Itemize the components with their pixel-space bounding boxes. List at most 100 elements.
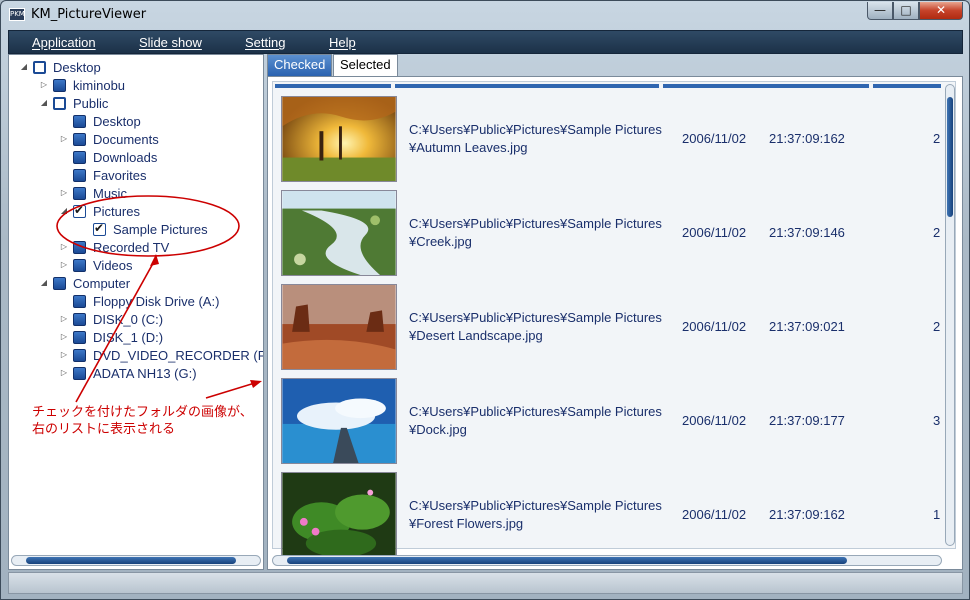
image-list-pane: C:¥Users¥Public¥Pictures¥Sample Pictures…	[267, 76, 963, 570]
tab-checked[interactable]: Checked	[267, 54, 333, 76]
list-vertical-scrollbar[interactable]	[945, 84, 955, 546]
scroll-thumb[interactable]	[287, 557, 847, 564]
checked-checkbox-icon[interactable]	[93, 221, 106, 236]
tree-item-label: Recorded TV	[93, 240, 170, 255]
expand-arrow-icon[interactable]: ▷	[59, 188, 69, 197]
tree-item-label: Desktop	[93, 114, 141, 129]
list-item[interactable]: C:¥Users¥Public¥Pictures¥Sample Pictures…	[273, 460, 943, 558]
expand-arrow-icon[interactable]: ◢	[39, 98, 49, 107]
expand-arrow-icon[interactable]: ▷	[59, 134, 69, 143]
checked-checkbox-icon[interactable]	[73, 203, 86, 218]
folder-checkbox-icon[interactable]	[73, 295, 86, 308]
app-icon: PKM	[9, 8, 25, 21]
annotation-line: 右のリストに表示される	[32, 422, 176, 437]
maximize-button[interactable]: □	[893, 2, 919, 20]
list-item[interactable]: C:¥Users¥Public¥Pictures¥Sample Pictures…	[273, 84, 943, 182]
folder-tree: ◢ Desktop ▷ kiminobu ◢ Public Desktop ▷ Document…	[8, 54, 264, 570]
minimize-button[interactable]: —	[867, 2, 893, 20]
menu-help[interactable]: Help	[329, 35, 356, 50]
expand-arrow-icon[interactable]: ◢	[39, 278, 49, 287]
expand-arrow-icon[interactable]: ◢	[19, 62, 29, 71]
path-line: ¥Autumn Leaves.jpg	[409, 140, 528, 155]
file-time: 21:37:09:021	[769, 319, 845, 334]
list-item[interactable]: C:¥Users¥Public¥Pictures¥Sample Pictures…	[273, 366, 943, 464]
menu-application[interactable]: Application	[32, 35, 96, 50]
tree-item-label: DISK_1 (D:)	[93, 330, 164, 345]
folder-checkbox-icon[interactable]	[73, 241, 86, 254]
folder-checkbox-icon[interactable]	[73, 313, 86, 326]
expand-arrow-icon[interactable]: ▷	[59, 242, 69, 251]
status-bar	[8, 572, 963, 594]
thumbnail-image[interactable]	[281, 284, 397, 370]
tree-item-label: DVD_VIDEO_RECORDER (F:	[93, 348, 264, 363]
folder-checkbox-icon[interactable]	[73, 115, 86, 128]
thumbnail-image[interactable]	[281, 472, 397, 558]
tree-horizontal-scrollbar[interactable]	[11, 555, 261, 566]
thumbnail-image[interactable]	[281, 96, 397, 182]
folder-checkbox-icon[interactable]	[73, 133, 86, 146]
folder-checkbox-icon[interactable]	[73, 331, 86, 344]
folder-checkbox-icon[interactable]	[73, 151, 86, 164]
tree-item-label: Computer	[73, 276, 131, 291]
file-date: 2006/11/02	[682, 507, 747, 522]
file-time: 21:37:09:162	[769, 507, 845, 522]
path-line: ¥Dock.jpg	[409, 422, 467, 437]
annotation-note: チェックを付けたフォルダの画像が、 右のリストに表示される	[32, 404, 253, 438]
folder-checkbox-icon[interactable]	[73, 169, 86, 182]
tree-item-label: ADATA NH13 (G:)	[93, 366, 197, 381]
path-line: C:¥Users¥Public¥Pictures¥Sample Pictures	[409, 310, 662, 325]
tab-selected[interactable]: Selected	[333, 54, 398, 76]
file-count: 1	[933, 507, 941, 522]
folder-checkbox-icon[interactable]	[53, 79, 66, 92]
folder-checkbox-icon[interactable]	[53, 97, 66, 110]
path-line: C:¥Users¥Public¥Pictures¥Sample Pictures	[409, 216, 662, 231]
file-count: 2	[933, 131, 941, 146]
file-count: 2	[933, 225, 941, 240]
tree-item-label: Floppy Disk Drive (A:)	[93, 294, 220, 309]
close-button[interactable]: ✕	[919, 2, 963, 20]
expand-arrow-icon[interactable]: ▷	[59, 368, 69, 377]
folder-checkbox-icon[interactable]	[73, 349, 86, 362]
tree-item-label: Pictures	[93, 204, 140, 219]
expand-arrow-icon[interactable]: ▷	[59, 314, 69, 323]
file-count: 2	[933, 319, 941, 334]
file-date: 2006/11/02	[682, 131, 747, 146]
path-line: C:¥Users¥Public¥Pictures¥Sample Pictures	[409, 498, 662, 513]
thumbnail-image[interactable]	[281, 378, 397, 464]
list-item[interactable]: C:¥Users¥Public¥Pictures¥Sample Pictures…	[273, 178, 943, 276]
scroll-thumb[interactable]	[947, 97, 953, 217]
expand-arrow-icon[interactable]: ▷	[39, 80, 49, 89]
folder-checkbox-icon[interactable]	[53, 277, 66, 290]
path-line: C:¥Users¥Public¥Pictures¥Sample Pictures	[409, 404, 662, 419]
expand-arrow-icon[interactable]: ▷	[59, 332, 69, 341]
path-line: ¥Forest Flowers.jpg	[409, 516, 524, 531]
file-time: 21:37:09:177	[769, 413, 845, 428]
file-path: C:¥Users¥Public¥Pictures¥Sample Pictures…	[409, 121, 669, 157]
folder-checkbox-icon[interactable]	[33, 61, 46, 74]
tree-item-label: Downloads	[93, 150, 158, 165]
file-date: 2006/11/02	[682, 225, 747, 240]
window-title: KM_PictureViewer	[31, 7, 147, 22]
thumbnail-image[interactable]	[281, 190, 397, 276]
tree-item-label: Public	[73, 96, 109, 111]
expand-arrow-icon[interactable]: ◢	[59, 206, 69, 215]
file-date: 2006/11/02	[682, 413, 747, 428]
scroll-thumb[interactable]	[26, 557, 236, 564]
folder-checkbox-icon[interactable]	[73, 259, 86, 272]
file-count: 3	[933, 413, 941, 428]
list-horizontal-scrollbar[interactable]	[272, 555, 942, 566]
app-window: PKM KM_PictureViewer — □ ✕ Application S…	[0, 0, 970, 600]
expand-arrow-icon[interactable]: ▷	[59, 350, 69, 359]
tree-item-label: Favorites	[93, 168, 147, 183]
menu-setting[interactable]: Setting	[245, 35, 285, 50]
expand-arrow-icon[interactable]: ▷	[59, 260, 69, 269]
menu-slide-show[interactable]: Slide show	[139, 35, 202, 50]
title-bar[interactable]: PKM KM_PictureViewer — □ ✕	[1, 1, 969, 29]
folder-checkbox-icon[interactable]	[73, 367, 86, 380]
file-path: C:¥Users¥Public¥Pictures¥Sample Pictures…	[409, 215, 669, 251]
image-list: C:¥Users¥Public¥Pictures¥Sample Pictures…	[272, 81, 956, 558]
folder-checkbox-icon[interactable]	[73, 187, 86, 200]
list-item[interactable]: C:¥Users¥Public¥Pictures¥Sample Pictures…	[273, 272, 943, 370]
file-time: 21:37:09:162	[769, 131, 845, 146]
path-line: C:¥Users¥Public¥Pictures¥Sample Pictures	[409, 122, 662, 137]
